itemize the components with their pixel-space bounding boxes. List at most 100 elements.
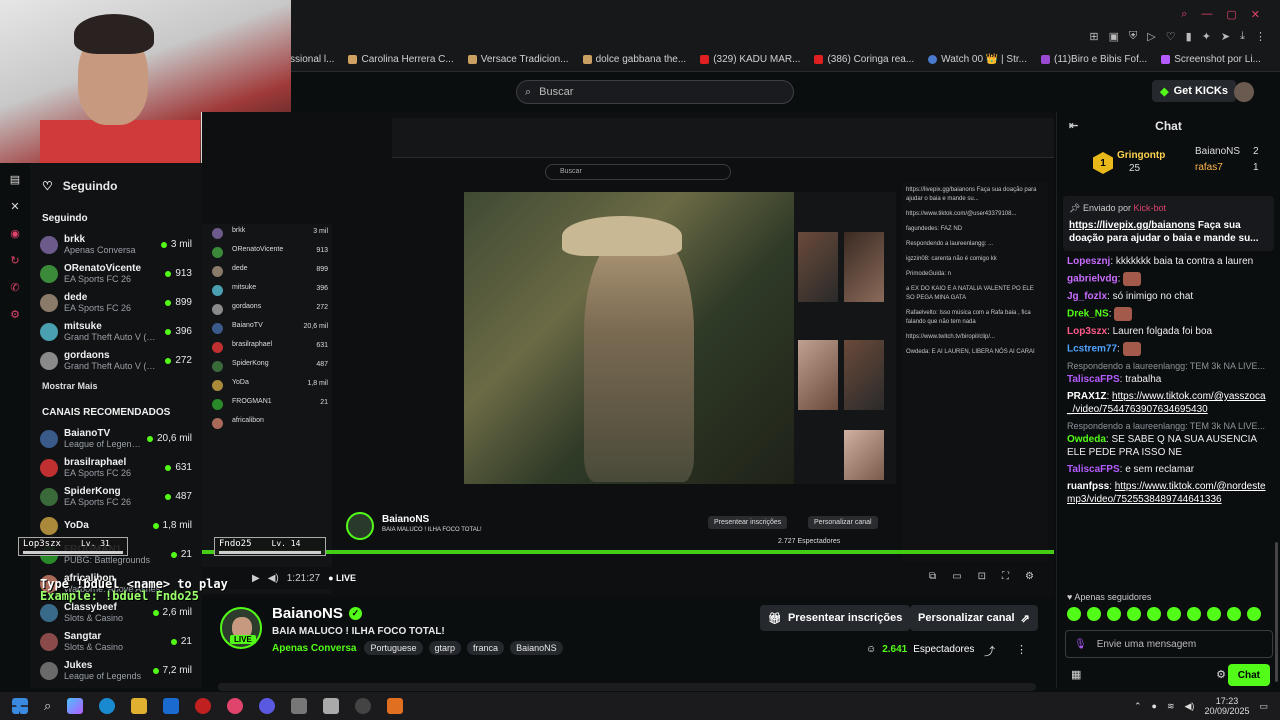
x-icon[interactable]: ✕	[10, 200, 19, 213]
emote-icon[interactable]	[1147, 607, 1161, 621]
emote-icon[interactable]	[1187, 607, 1201, 621]
bookmark-item[interactable]: Versace Tradicion...	[467, 50, 569, 68]
settings-icon[interactable]: ⚙	[10, 308, 20, 321]
chat-username[interactable]: Owdeda	[1067, 434, 1106, 445]
twitch-icon[interactable]: ▤	[10, 173, 20, 186]
chat-username[interactable]: PRAX1Z	[1067, 391, 1106, 402]
chat-message[interactable]: Drek_NS:	[1067, 307, 1270, 321]
chat-scrollbar[interactable]	[1275, 542, 1278, 682]
chat-input[interactable]: 🎙︎ Envie uma mensagem	[1065, 630, 1273, 658]
gear-icon[interactable]: ⚙	[1025, 571, 1034, 582]
sidebar-channel-spiderkong[interactable]: SpiderKong EA Sports FC 26 487	[30, 482, 202, 511]
chat-username[interactable]: TaliscaFPS	[1067, 374, 1120, 385]
bookmark-item[interactable]: Carolina Herrera C...	[348, 50, 454, 68]
tag-chip[interactable]: Portuguese	[364, 641, 423, 655]
heart-icon[interactable]: ♡	[1166, 30, 1176, 43]
emote-icon[interactable]	[1067, 607, 1081, 621]
battery-icon[interactable]: ▮	[1186, 30, 1192, 43]
send-icon[interactable]: ➤	[1221, 30, 1230, 43]
emote-icon[interactable]	[1087, 607, 1101, 621]
download-icon[interactable]: ⤓	[1240, 30, 1245, 43]
sidebar-channel-orenatovicente[interactable]: ORenatoVicente EA Sports FC 26 913	[30, 259, 202, 288]
shield-icon[interactable]: ⛨	[1129, 30, 1137, 43]
start-icon[interactable]	[12, 698, 28, 714]
chevron-up-icon[interactable]: ⌃	[1134, 701, 1142, 712]
emote-icon[interactable]	[1107, 607, 1121, 621]
chat-message[interactable]: ruanfpss: https://www.tiktok.com/@nordes…	[1067, 480, 1270, 506]
close-icon[interactable]: ✕	[1251, 8, 1260, 21]
chat-username[interactable]: Lop3szx	[1067, 326, 1107, 337]
horizontal-scrollbar[interactable]	[218, 683, 1036, 691]
sidebar-channel-jukes[interactable]: Jukes League of Legends 7,2 mil	[30, 656, 202, 685]
outlook-icon[interactable]	[163, 698, 180, 714]
grid-icon[interactable]: ⊞	[1089, 30, 1098, 43]
emote-icon[interactable]	[1167, 607, 1181, 621]
app-icon[interactable]	[195, 698, 212, 714]
chat-username[interactable]: Lcstrem77	[1067, 344, 1117, 355]
app-icon[interactable]	[291, 698, 308, 714]
chat-username[interactable]: Drek_NS	[1067, 309, 1109, 320]
avatar[interactable]	[1234, 82, 1254, 102]
bookmark-item[interactable]: dolce gabbana the...	[582, 50, 686, 68]
fullscreen-icon[interactable]: ⛶	[1002, 571, 1009, 582]
collapse-chat-icon[interactable]: ⇤	[1069, 119, 1078, 132]
clip-icon[interactable]: ⧉	[929, 571, 936, 582]
chat-message[interactable]: Respondendo a laureenlangg: TEM 3k NA LI…	[1067, 420, 1270, 459]
chat-username[interactable]: ruanfpss	[1067, 481, 1109, 492]
emote-icon[interactable]	[1127, 607, 1141, 621]
notification-icon[interactable]: ▭	[1259, 701, 1268, 712]
emote-icon[interactable]	[1227, 607, 1241, 621]
app-icon[interactable]	[387, 698, 404, 714]
chat-message[interactable]: gabrielvdg:	[1067, 272, 1270, 286]
more-options-icon[interactable]: ⋮	[1016, 643, 1027, 656]
search-icon[interactable]: ⌕	[44, 698, 51, 714]
sidebar-channel-gordaons[interactable]: gordaons Grand Theft Auto V (G... 272	[30, 346, 202, 375]
gear-icon[interactable]: ⚙	[1216, 668, 1226, 681]
puzzle-icon[interactable]: ✦	[1202, 30, 1211, 43]
bookmark-item[interactable]: Watch 00 👑 | Str...	[928, 50, 1027, 68]
sidebar-channel-sangtar[interactable]: Sangtar Slots & Casino 21	[30, 627, 202, 656]
app-icon[interactable]	[323, 698, 340, 714]
tag-chip[interactable]: franca	[467, 641, 505, 655]
chat-username[interactable]: gabrielvdg	[1067, 274, 1118, 285]
sidebar-channel-dede[interactable]: dede EA Sports FC 26 899	[30, 288, 202, 317]
bookmark-item[interactable]: Screenshot por Li...	[1161, 50, 1261, 68]
chat-message[interactable]: PRAX1Z: https://www.tiktok.com/@yasszoca…	[1067, 390, 1270, 416]
emote-icon[interactable]	[1247, 607, 1261, 621]
bookmark-item[interactable]: ssional l...	[290, 50, 334, 68]
tag-chip[interactable]: gtarp	[428, 641, 462, 655]
pinned-link[interactable]: https://livepix.gg/baianons	[1069, 220, 1195, 231]
volume-icon[interactable]: ◀)	[1185, 701, 1195, 712]
play-icon[interactable]: ▷	[1147, 30, 1155, 43]
sidebar-channel-mitsuke[interactable]: mitsuke Grand Theft Auto V (G... 396	[30, 317, 202, 346]
minimize-icon[interactable]: —	[1201, 8, 1212, 21]
bookmark-item[interactable]: (329) KADU MAR...	[700, 50, 800, 68]
gift-subs-button[interactable]: 🎁︎ Presentear inscrições	[760, 605, 911, 631]
pinned-message[interactable]: 📌︎ Enviado por Kick-bot https://livepix.…	[1063, 196, 1274, 251]
folder-icon[interactable]	[131, 698, 148, 714]
search-icon[interactable]: ⌕	[1181, 8, 1187, 21]
sidebar-channel-brasilraphael[interactable]: brasilraphael EA Sports FC 26 631	[30, 453, 202, 482]
channel-name[interactable]: BaianoNS ✓	[272, 605, 362, 622]
chat-message[interactable]: TaliscaFPS: e sem reclamar	[1067, 463, 1270, 476]
microphone-icon[interactable]: 🎙︎	[1074, 639, 1087, 650]
mic-icon[interactable]: ●	[1152, 701, 1157, 711]
search-input[interactable]: ⌕ Buscar	[516, 80, 794, 104]
sidebar-channel-brkk[interactable]: brkk Apenas Conversa 3 mil	[30, 230, 202, 259]
pip-icon[interactable]: ⊡	[978, 571, 986, 582]
bookmark-item[interactable]: (11)Biro e Bibis Fof...	[1041, 50, 1147, 68]
theater-icon[interactable]: ▭	[952, 571, 961, 582]
sidebar-channel-baianotv[interactable]: BaianoTV League of Legends 20,6 mil	[30, 424, 202, 453]
tag-chip[interactable]: BaianoNS	[510, 641, 563, 655]
wifi-icon[interactable]: ≋	[1167, 701, 1175, 712]
app-icon[interactable]	[355, 698, 372, 714]
send-chat-button[interactable]: Chat	[1227, 664, 1270, 686]
opera-icon[interactable]	[227, 698, 244, 714]
chat-username[interactable]: Jg_fozlx	[1067, 291, 1107, 302]
chat-message[interactable]: Lop3szx: Lauren folgada foi boa	[1067, 325, 1270, 338]
maximize-icon[interactable]: ▢	[1226, 8, 1236, 21]
square-icon[interactable]: ▣	[1109, 30, 1119, 43]
record-icon[interactable]: ◉	[10, 227, 20, 240]
category-link[interactable]: Apenas Conversa	[272, 643, 356, 654]
play-icon[interactable]: ▶	[252, 573, 260, 584]
